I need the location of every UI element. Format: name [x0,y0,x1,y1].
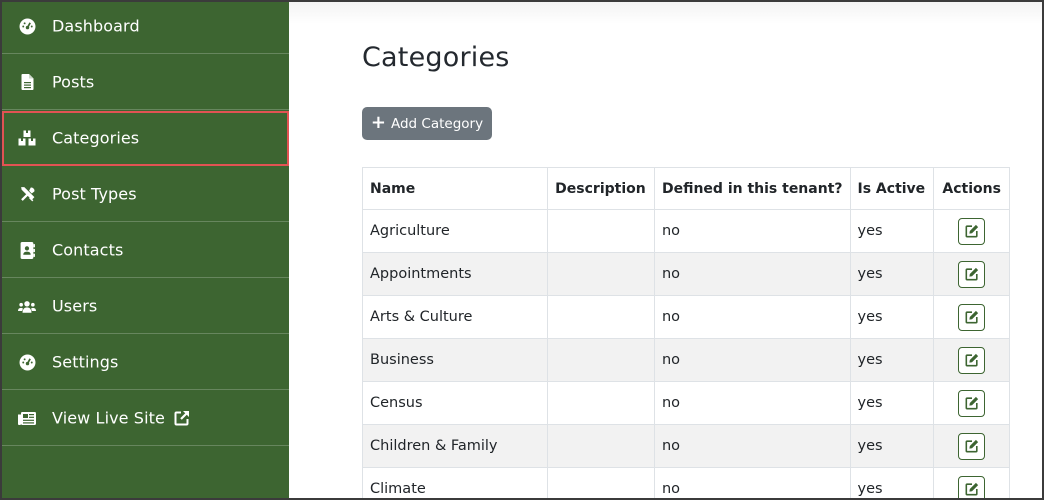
actions-cell [933,381,1010,425]
edit-button[interactable] [958,389,986,417]
category-active-cell: yes [849,252,935,296]
edit-button[interactable] [958,475,986,498]
category-name-cell: Arts & Culture [361,295,549,339]
tools-icon [18,185,36,203]
table-row: Census no yes [361,381,1010,425]
category-active-cell: yes [849,209,935,253]
sidebar-item-label: View Live Site [52,408,165,428]
edit-icon [965,267,979,281]
column-header-description: Description [547,167,655,210]
category-description-cell [547,424,655,468]
users-icon [18,297,36,315]
actions-cell [933,252,1010,296]
category-name-cell: Business [361,338,549,382]
sidebar-item-label: Settings [52,352,119,372]
table-row: Children & Family no yes [361,424,1010,468]
category-description-cell [547,209,655,253]
category-active-cell: yes [849,338,935,382]
sidebar-item-users[interactable]: Users [2,279,289,334]
category-name-cell: Census [361,381,549,425]
category-name-cell: Children & Family [361,424,549,468]
sidebar-item-view-live-site[interactable]: View Live Site [2,391,289,446]
dashboard-icon [18,17,36,35]
edit-icon [965,439,979,453]
table-row: Climate no yes [361,467,1010,498]
edit-icon [965,310,979,324]
category-name-cell: Agriculture [361,209,549,253]
table-row: Appointments no yes [361,252,1010,296]
edit-icon [965,482,979,496]
sidebar-item-categories[interactable]: Categories [2,111,289,166]
sidebar-item-label: Categories [52,128,140,148]
categories-table: Name Description Defined in this tenant?… [361,167,1010,498]
category-description-cell [547,338,655,382]
edit-icon [965,224,979,238]
dashboard-icon [18,353,36,371]
column-header-name: Name [361,167,549,210]
sidebar: Dashboard Posts Categories Post Types Co [2,2,289,498]
main-content: Categories + Add Category Name Descripti… [289,2,1042,498]
category-defined-cell: no [653,338,851,382]
add-category-button[interactable]: + Add Category [362,107,492,140]
sidebar-item-post-types[interactable]: Post Types [2,167,289,222]
edit-icon [965,396,979,410]
sidebar-item-label: Posts [52,72,95,92]
sidebar-item-label: Users [52,296,98,316]
category-defined-cell: no [653,295,851,339]
category-defined-cell: no [653,209,851,253]
actions-cell [933,467,1010,498]
column-header-actions: Actions [933,167,1010,210]
category-defined-cell: no [653,424,851,468]
actions-cell [933,295,1010,339]
category-active-cell: yes [849,424,935,468]
external-link-icon [174,410,190,426]
category-name-cell: Climate [361,467,549,498]
category-description-cell [547,295,655,339]
category-description-cell [547,381,655,425]
add-category-label: Add Category [390,115,484,132]
edit-icon [965,353,979,367]
actions-cell [933,424,1010,468]
page-title: Categories [362,42,510,73]
top-bar [289,2,1042,24]
sidebar-item-label: Contacts [52,240,124,260]
category-description-cell [547,467,655,498]
app-window: Dashboard Posts Categories Post Types Co [0,0,1044,500]
actions-cell [933,338,1010,382]
edit-button[interactable] [958,346,986,374]
edit-button[interactable] [958,260,986,288]
category-active-cell: yes [849,381,935,425]
category-defined-cell: no [653,252,851,296]
address-book-icon [18,241,36,259]
edit-button[interactable] [958,303,986,331]
sidebar-item-dashboard[interactable]: Dashboard [2,2,289,54]
column-header-defined: Defined in this tenant? [653,167,851,210]
file-icon [18,73,36,91]
plus-icon: + [370,111,386,133]
edit-button[interactable] [958,217,986,245]
table-body: Agriculture no yes Appointments no yes Arts & … [361,209,1010,498]
actions-cell [933,209,1010,253]
category-active-cell: yes [849,295,935,339]
category-defined-cell: no [653,467,851,498]
sidebar-item-label: Post Types [52,184,137,204]
sidebar-item-contacts[interactable]: Contacts [2,223,289,278]
table-row: Business no yes [361,338,1010,382]
column-header-is-active: Is Active [849,167,935,210]
category-defined-cell: no [653,381,851,425]
sidebar-item-settings[interactable]: Settings [2,335,289,390]
newspaper-icon [18,409,36,427]
category-description-cell [547,252,655,296]
table-row: Agriculture no yes [361,209,1010,253]
edit-button[interactable] [958,432,986,460]
category-name-cell: Appointments [361,252,549,296]
table-row: Arts & Culture no yes [361,295,1010,339]
sidebar-item-posts[interactable]: Posts [2,55,289,110]
cubes-icon [18,129,36,147]
table-header-row: Name Description Defined in this tenant?… [361,167,1010,210]
sidebar-item-label: Dashboard [52,16,140,36]
category-active-cell: yes [849,467,935,498]
